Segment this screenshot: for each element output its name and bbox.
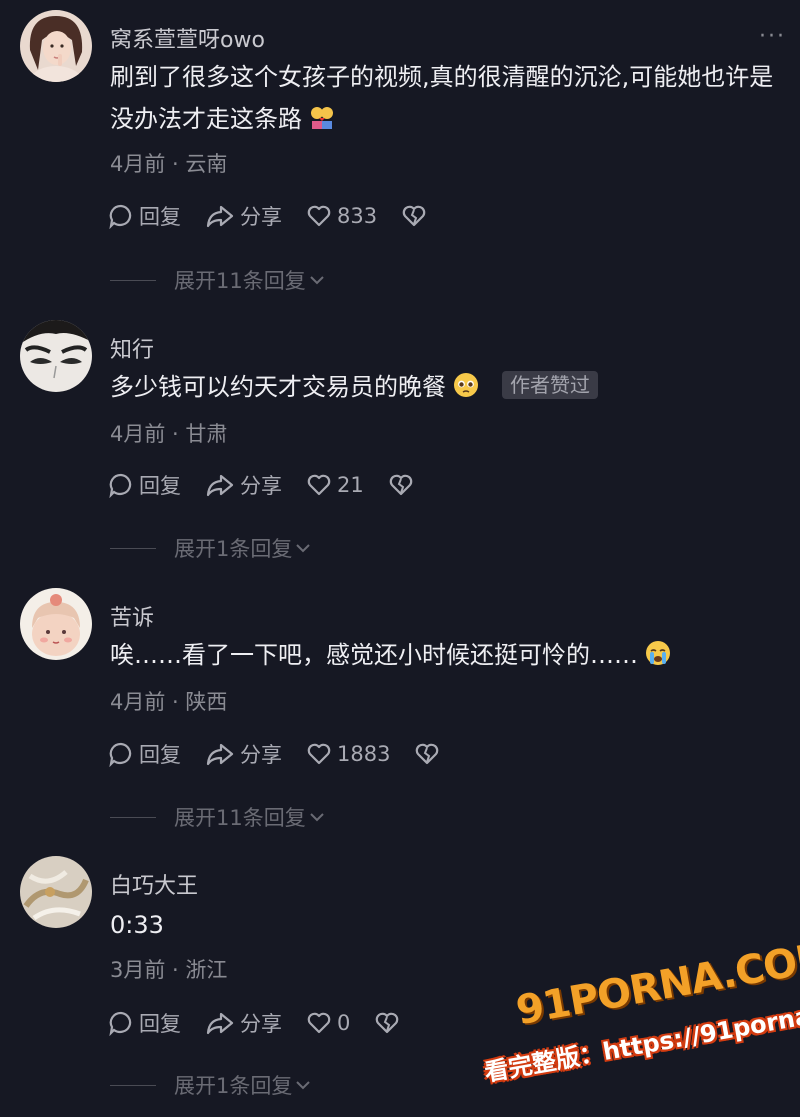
username[interactable]: 白巧大王 <box>110 868 198 900</box>
like-button[interactable]: 0 <box>306 1010 350 1036</box>
chevron-down-icon <box>310 813 324 822</box>
share-button[interactable]: 分享 <box>205 201 282 231</box>
like-button[interactable]: 21 <box>306 472 364 498</box>
comment-text: 0:33 <box>110 904 782 946</box>
reply-button[interactable]: 回复 <box>108 470 181 500</box>
comment-bubble-icon <box>109 473 132 498</box>
heart-icon <box>307 205 331 227</box>
broken-heart-icon <box>402 205 426 227</box>
video-timestamp-link[interactable]: 0:33 <box>110 911 164 939</box>
heart-icon <box>307 743 331 765</box>
comment-text: 多少钱可以约天才交易员的晚餐 作者赞过 <box>110 366 782 408</box>
divider <box>110 816 156 818</box>
share-arrow-icon <box>206 1012 234 1035</box>
more-options-icon[interactable]: ··· <box>759 26 786 48</box>
comment-meta: 4月前 · 云南 <box>110 152 228 176</box>
share-button[interactable]: 分享 <box>205 470 282 500</box>
divider <box>110 1084 156 1086</box>
username[interactable]: 知行 <box>110 332 154 364</box>
comment-bubble-icon <box>109 742 132 767</box>
avatar[interactable] <box>20 588 92 660</box>
crying-face-emoji-icon <box>646 641 670 665</box>
comment-bubble-icon <box>109 1011 132 1036</box>
dislike-button[interactable] <box>388 472 419 498</box>
couple-emoji-icon <box>311 107 333 129</box>
dislike-button[interactable] <box>374 1010 405 1036</box>
share-button[interactable]: 分享 <box>205 739 282 769</box>
comment-meta: 4月前 · 陕西 <box>110 690 228 714</box>
chevron-down-icon <box>310 276 324 285</box>
action-bar: 回复 分享 21 <box>108 469 443 501</box>
avatar[interactable] <box>20 10 92 82</box>
share-arrow-icon <box>206 474 234 497</box>
comment-meta: 4月前 · 甘肃 <box>110 422 228 446</box>
like-button[interactable]: 1883 <box>306 741 390 767</box>
reply-button[interactable]: 回复 <box>108 1008 181 1038</box>
comment-meta: 3月前 · 浙江 <box>110 958 228 982</box>
author-liked-badge: 作者赞过 <box>502 371 598 399</box>
username[interactable]: 窝系萱萱呀owo <box>110 22 265 54</box>
share-button[interactable]: 分享 <box>205 1008 282 1038</box>
avatar[interactable] <box>20 320 92 392</box>
expand-replies-button[interactable]: 展开1条回复 <box>110 533 312 563</box>
expand-replies-button[interactable]: 展开11条回复 <box>110 802 326 832</box>
broken-heart-icon <box>376 1012 399 1034</box>
action-bar: 回复 分享 0 <box>108 1007 429 1039</box>
username[interactable]: 苦诉 <box>110 600 154 632</box>
expand-replies-button[interactable]: 展开1条回复 <box>110 1070 312 1100</box>
broken-heart-icon <box>389 474 413 496</box>
chevron-down-icon <box>296 544 311 553</box>
avatar[interactable] <box>20 856 92 928</box>
pleading-face-emoji-icon <box>454 373 478 397</box>
comment-bubble-icon <box>109 204 132 229</box>
broken-heart-icon <box>416 743 439 765</box>
heart-icon <box>307 1012 331 1034</box>
share-arrow-icon <box>206 743 234 766</box>
comment-text: 唉……看了一下吧，感觉还小时候还挺可怜的…… <box>110 634 782 676</box>
expand-replies-button[interactable]: 展开11条回复 <box>110 265 326 295</box>
action-bar: 回复 分享 1883 <box>108 738 469 770</box>
chevron-down-icon <box>296 1081 311 1090</box>
like-button[interactable]: 833 <box>306 203 377 229</box>
dislike-button[interactable] <box>414 741 445 767</box>
heart-icon <box>307 474 331 496</box>
watermark: 91PORNA.COM 看完整版：https://91porna77.com <box>462 923 800 1117</box>
share-arrow-icon <box>206 205 234 228</box>
divider <box>110 547 156 549</box>
reply-button[interactable]: 回复 <box>108 201 181 231</box>
reply-button[interactable]: 回复 <box>108 739 181 769</box>
dislike-button[interactable] <box>401 203 432 229</box>
action-bar: 回复 分享 833 <box>108 200 456 232</box>
divider <box>110 279 156 281</box>
comment-text: 刷到了很多这个女孩子的视频,真的很清醒的沉沦,可能她也许是没办法才走这条路 <box>110 63 774 133</box>
